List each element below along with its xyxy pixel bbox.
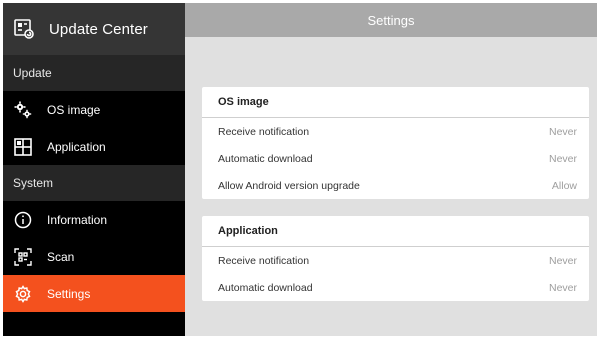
setting-label: Receive notification	[218, 254, 310, 267]
sidebar-item-application[interactable]: Application	[3, 128, 185, 165]
application-card: Application Receive notification Never A…	[202, 216, 589, 301]
setting-value: Never	[548, 281, 577, 294]
setting-label: Automatic download	[218, 281, 313, 294]
setting-value: Never	[548, 152, 577, 165]
sidebar-item-scan[interactable]: Scan	[3, 238, 185, 275]
setting-value: Never	[548, 125, 577, 138]
settings-content: OS image Receive notification Never Auto…	[185, 37, 597, 318]
setting-row-automatic-download[interactable]: Automatic download Never	[202, 274, 589, 301]
app-grid-icon	[13, 137, 33, 157]
sidebar-item-information[interactable]: Information	[3, 201, 185, 238]
sidebar-item-label: Information	[47, 212, 108, 227]
setting-value: Allow	[551, 179, 577, 192]
app-window: Update Center Update OS image Applicatio…	[3, 3, 597, 336]
section-system: System	[3, 165, 185, 201]
scan-icon	[13, 247, 33, 267]
info-icon	[13, 210, 33, 230]
sidebar-item-label: Settings	[47, 286, 91, 301]
sidebar-item-label: Scan	[47, 249, 75, 264]
setting-label: Allow Android version upgrade	[218, 179, 360, 192]
main-panel: Settings OS image Receive notification N…	[185, 3, 597, 336]
card-title: OS image	[202, 87, 589, 118]
update-center-icon	[13, 18, 35, 40]
page-title: Settings	[185, 3, 597, 37]
setting-row-allow-android-upgrade[interactable]: Allow Android version upgrade Allow	[202, 172, 589, 199]
card-title: Application	[202, 216, 589, 247]
sidebar-header: Update Center	[3, 3, 185, 55]
section-update: Update	[3, 55, 185, 91]
os-image-card: OS image Receive notification Never Auto…	[202, 87, 589, 199]
setting-row-receive-notification[interactable]: Receive notification Never	[202, 118, 589, 145]
sidebar-item-settings[interactable]: Settings	[3, 275, 185, 312]
setting-label: Automatic download	[218, 152, 313, 165]
gear-icon	[13, 284, 33, 304]
setting-value: Never	[548, 254, 577, 267]
sidebar-item-os-image[interactable]: OS image	[3, 91, 185, 128]
sidebar-item-label: OS image	[47, 102, 101, 117]
setting-label: Receive notification	[218, 125, 310, 138]
sidebar: Update Center Update OS image Applicatio…	[3, 3, 185, 336]
gears-icon	[13, 100, 33, 120]
sidebar-item-label: Application	[47, 139, 106, 154]
setting-row-automatic-download[interactable]: Automatic download Never	[202, 145, 589, 172]
app-title: Update Center	[49, 20, 148, 38]
setting-row-receive-notification[interactable]: Receive notification Never	[202, 247, 589, 274]
